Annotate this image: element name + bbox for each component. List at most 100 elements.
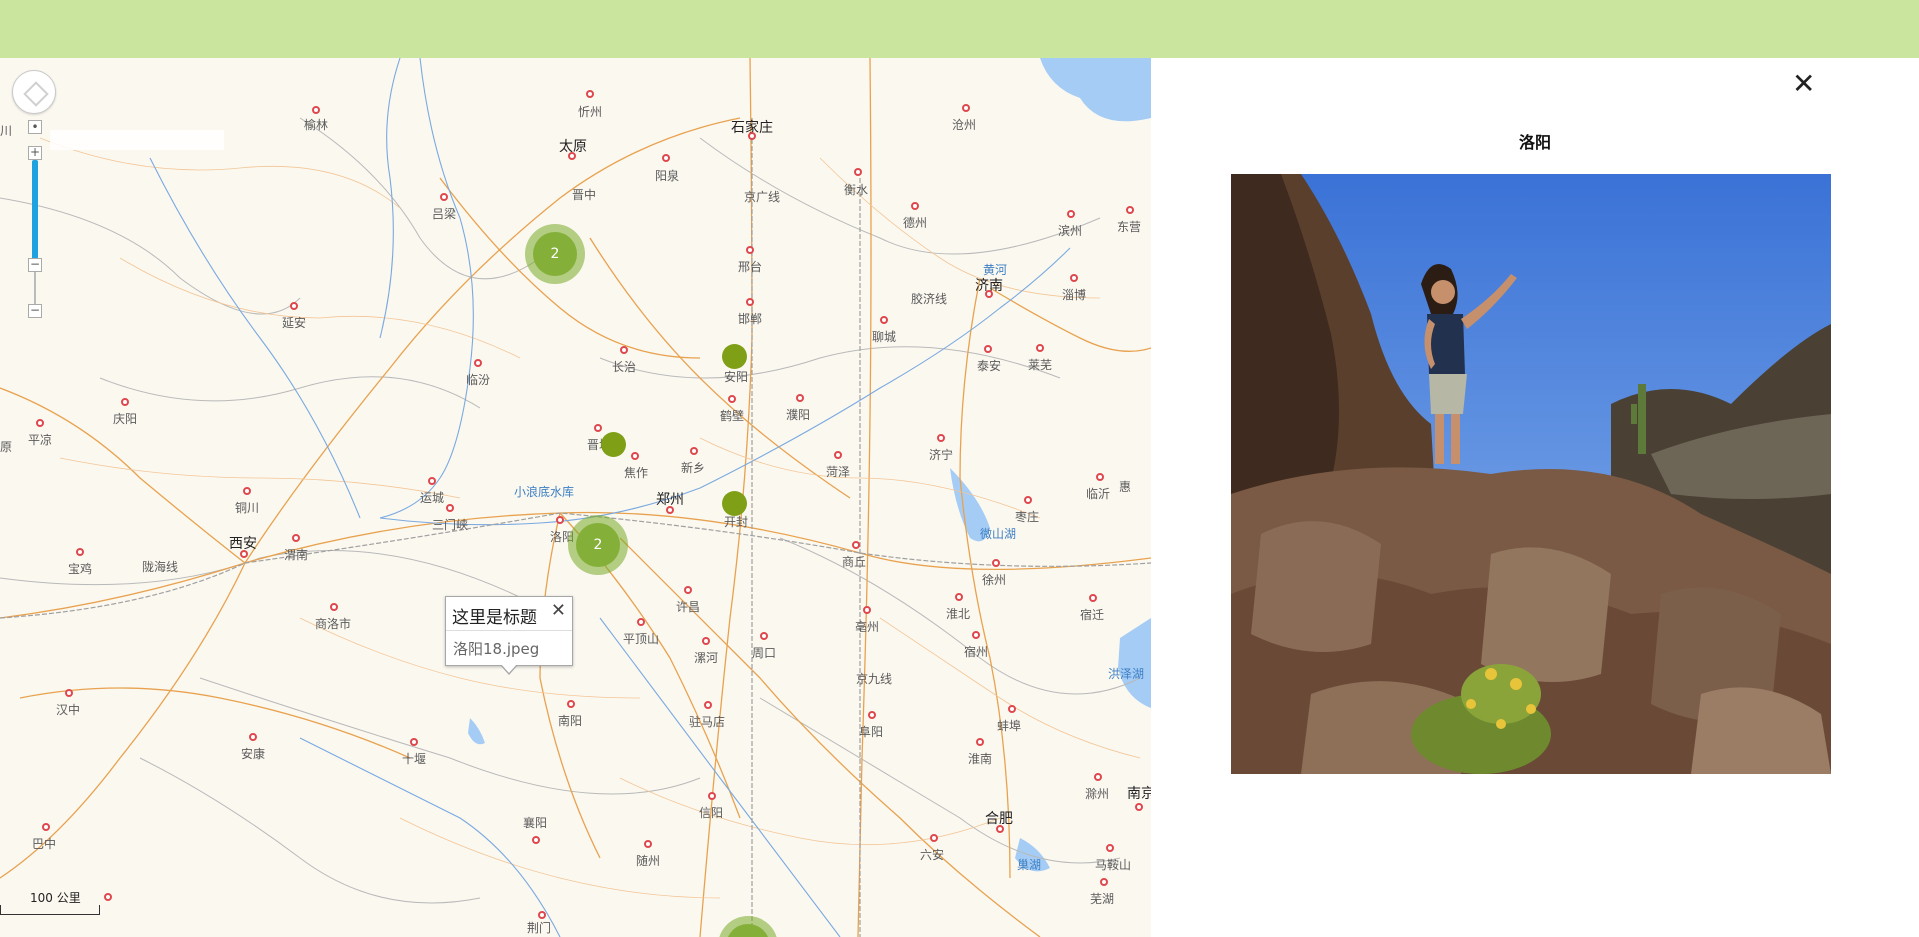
city-dot [728,395,736,403]
photo-cluster[interactable]: 2 [568,515,628,575]
city-dot [594,424,602,432]
city-dot [1036,344,1044,352]
panel-title: 洛阳 [1518,133,1551,152]
city-label: 邢台 [738,260,763,274]
edge-label: 川 [0,124,13,138]
city-label: 长治 [612,360,637,374]
photo-image [1231,174,1831,774]
city-label: 汉中 [56,703,81,717]
city-label: 周口 [752,646,777,660]
city-label: 莱芜 [1028,358,1053,372]
photo-marker[interactable] [601,432,626,457]
scale-bar [0,905,100,915]
city-dot [984,345,992,353]
city-dot [976,738,984,746]
city-dot [704,701,712,709]
city-label: 南京 [1127,786,1151,802]
zoom-current-handle[interactable]: − [28,258,42,272]
info-window: 这里是标题 ✕ 洛阳18.jpeg [445,596,573,675]
city-label: 三门峡 [432,518,469,532]
info-window-title: 这里是标题 [452,608,537,628]
lake-label: 微山湖 [980,527,1017,541]
city-dot [249,733,257,741]
city-label: 亳州 [855,620,880,634]
cluster-count [726,924,770,937]
city-dot [852,541,860,549]
map-search-bar[interactable] [50,130,224,150]
city-label: 驻马店 [689,715,726,729]
city-label: 淮北 [946,607,971,621]
city-dot [1094,773,1102,781]
city-label: 徐州 [982,573,1007,587]
city-label: 泰安 [977,359,1002,373]
city-dot [854,168,862,176]
city-label: 平顶山 [623,632,660,646]
city-label: 邯郸 [738,312,763,326]
city-dot [121,398,129,406]
city-label: 芜湖 [1090,892,1115,906]
photo-marker[interactable] [722,344,747,369]
city-dot [290,302,298,310]
zoom-slider-handle-icon[interactable]: • [28,120,42,134]
city-label: 阳泉 [655,169,680,183]
city-label: 平凉 [28,433,53,447]
city-dot [312,106,320,114]
city-dot [746,246,754,254]
city-label: 马鞍山 [1095,858,1132,872]
city-dot [36,419,44,427]
lake-label: 小浪底水库 [514,485,575,499]
photo-cluster[interactable]: 2 [525,224,585,284]
city-label: 吕梁 [432,207,457,221]
city-label: 晋中 [572,188,597,202]
map-view[interactable]: 川 原 惠 忻州 石家庄 沧州 榆林 太原 阳泉 衡水 晋中 吕梁 德州 滨州 … [0,58,1151,937]
city-dot [532,836,540,844]
city-label: 襄阳 [523,816,548,830]
city-label: 新乡 [681,461,706,475]
lake-label: 巢湖 [1017,858,1042,872]
city-dot [962,104,970,112]
city-label: 东营 [1117,220,1142,234]
city-dot [410,738,418,746]
city-label: 漯河 [694,651,719,665]
city-dot [568,152,576,160]
city-dot [474,359,482,367]
city-label: 淮南 [968,752,993,766]
rail-label: 胶济线 [911,292,948,306]
city-dot [1106,844,1114,852]
city-dot [708,792,716,800]
city-dot [586,90,594,98]
city-dot [930,834,938,842]
edge-label: 惠 [1119,480,1132,494]
city-label: 沧州 [952,118,977,132]
cluster-count: 2 [533,232,577,276]
info-window-close-icon[interactable]: ✕ [551,600,566,621]
city-dot [690,447,698,455]
city-label: 安康 [241,747,266,761]
city-dot [65,689,73,697]
city-dot [567,700,575,708]
city-dot [666,506,674,514]
city-dot [631,452,639,460]
zoom-level-bar[interactable] [32,160,38,264]
city-label: 随州 [636,854,661,868]
city-label: 巴中 [32,837,57,851]
zoom-out-button[interactable]: − [28,304,42,318]
city-dot [834,451,842,459]
city-label: 焦作 [624,466,649,480]
city-label: 宝鸡 [68,562,93,576]
panel-close-icon[interactable]: ✕ [1792,67,1815,100]
city-label: 宿迁 [1080,608,1105,622]
city-dot [42,823,50,831]
zoom-in-button[interactable]: + [28,146,42,160]
city-label: 六安 [920,848,945,862]
city-dot [1135,803,1143,811]
city-label: 南阳 [558,714,583,728]
city-label: 许昌 [676,600,701,614]
city-dot [644,840,652,848]
city-dot [637,618,645,626]
pan-control[interactable] [12,70,56,114]
zoom-track[interactable] [34,272,36,304]
city-label: 滨州 [1058,224,1083,238]
city-dot [1024,496,1032,504]
photo-marker[interactable] [722,491,747,516]
